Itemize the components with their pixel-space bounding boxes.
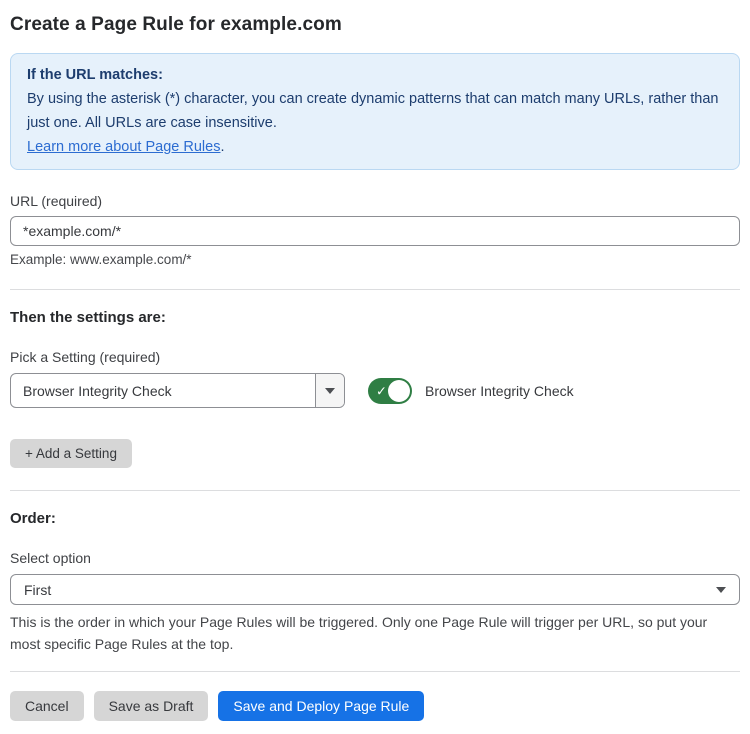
create-page-rule-panel: Create a Page Rule for example.com If th… — [0, 14, 750, 721]
browser-integrity-toggle[interactable]: ✓ — [368, 378, 412, 404]
add-setting-button[interactable]: + Add a Setting — [10, 439, 132, 468]
setting-row: Browser Integrity Check ✓ Browser Integr… — [10, 373, 740, 408]
learn-more-link[interactable]: Learn more about Page Rules — [27, 139, 220, 155]
url-match-info-box: If the URL matches: By using the asteris… — [10, 53, 740, 170]
info-box-link-line: Learn more about Page Rules. — [27, 135, 723, 159]
save-and-deploy-button[interactable]: Save and Deploy Page Rule — [218, 691, 424, 721]
url-example-text: Example: www.example.com/* — [10, 252, 740, 267]
order-select-value: First — [24, 582, 51, 598]
footer-divider — [10, 671, 740, 672]
setting-dropdown-arrow-button[interactable] — [315, 374, 344, 407]
section-divider-order — [10, 490, 740, 491]
link-period: . — [220, 139, 224, 155]
order-select[interactable]: First — [10, 574, 740, 605]
info-box-body: By using the asterisk (*) character, you… — [27, 87, 723, 135]
order-help-text: This is the order in which your Page Rul… — [10, 611, 740, 655]
url-field-label: URL (required) — [10, 193, 740, 209]
footer-actions: Cancel Save as Draft Save and Deploy Pag… — [10, 691, 740, 721]
url-input[interactable] — [10, 216, 740, 246]
pick-setting-label: Pick a Setting (required) — [10, 349, 740, 365]
settings-section-heading: Then the settings are: — [10, 309, 740, 326]
setting-dropdown[interactable]: Browser Integrity Check — [10, 373, 345, 408]
section-divider-top — [10, 289, 740, 290]
check-icon: ✓ — [376, 384, 387, 397]
info-box-heading: If the URL matches: — [27, 63, 723, 87]
setting-dropdown-value: Browser Integrity Check — [11, 374, 315, 407]
toggle-knob — [388, 380, 410, 402]
chevron-down-icon — [716, 587, 726, 593]
save-as-draft-button[interactable]: Save as Draft — [94, 691, 209, 721]
cancel-button[interactable]: Cancel — [10, 691, 84, 721]
page-title: Create a Page Rule for example.com — [10, 14, 740, 36]
setting-toggle-group: ✓ Browser Integrity Check — [368, 378, 574, 404]
order-section-heading: Order: — [10, 510, 740, 527]
chevron-down-icon — [325, 388, 335, 394]
setting-toggle-label: Browser Integrity Check — [425, 383, 574, 399]
order-select-label: Select option — [10, 550, 740, 566]
